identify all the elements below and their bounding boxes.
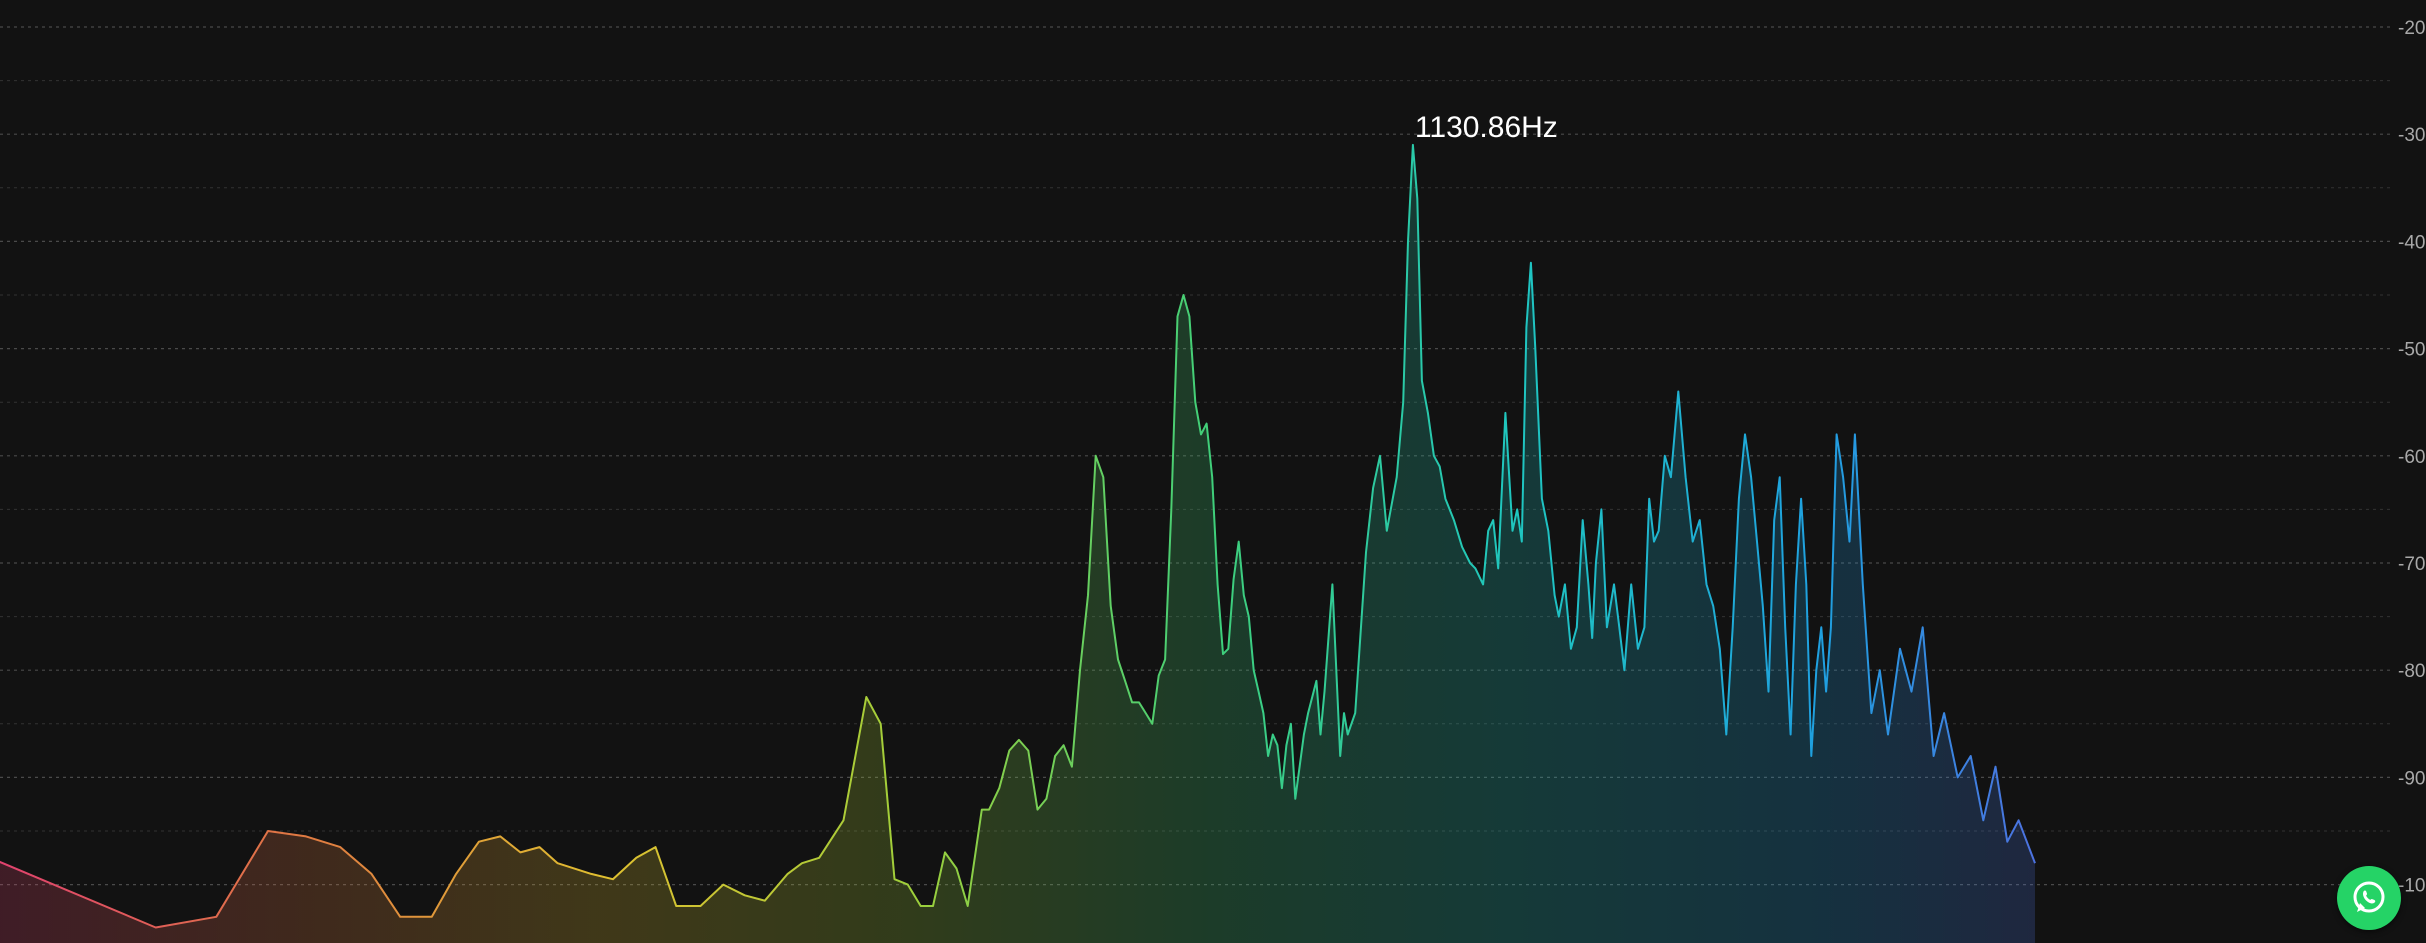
y-axis-ticks: -20 -30 -40 -50 -60 -70 -80 -90 -100 [2398, 18, 2426, 897]
y-tick-label: -70 [2398, 554, 2425, 575]
y-tick-label: -20 [2398, 18, 2425, 39]
spectrum-area [0, 144, 2035, 943]
y-tick-label: -100 [2398, 876, 2426, 897]
y-tick-label: -30 [2398, 125, 2425, 146]
whatsapp-button[interactable] [2337, 866, 2401, 930]
y-tick-label: -60 [2398, 447, 2425, 468]
spectrum-analyzer: -20 -30 -40 -50 -60 -70 -80 -90 -100 1130.86Hz [0, 0, 2426, 943]
spectrum-chart: -20 -30 -40 -50 -60 -70 -80 -90 -100 1130.86Hz [0, 18, 2426, 943]
y-tick-label: -40 [2398, 232, 2425, 253]
peak-frequency-label: 1130.86Hz [1415, 111, 1558, 144]
y-tick-label: -50 [2398, 340, 2425, 361]
whatsapp-icon [2353, 881, 2385, 913]
y-tick-label: -80 [2398, 661, 2425, 682]
y-tick-label: -90 [2398, 768, 2425, 789]
